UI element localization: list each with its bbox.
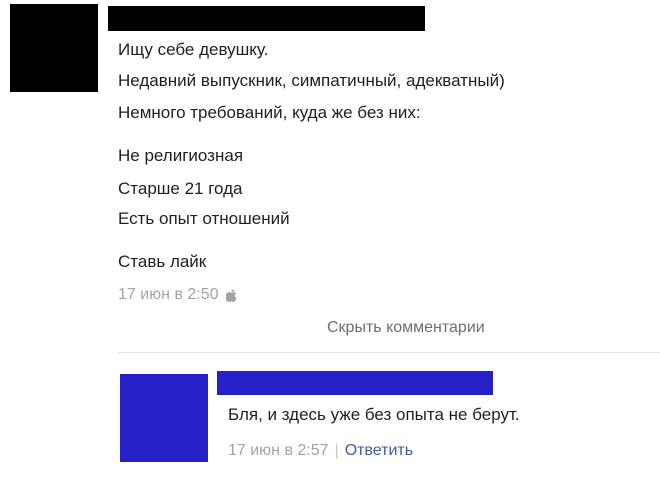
post-line-2: Недавний выпускник, симпатичный, адекват…: [118, 71, 505, 90]
post-meta: 17 июн в 2:50: [118, 286, 237, 304]
post-line-3: Немного требований, куда же без них:: [118, 103, 421, 122]
comment-text: Бля, и здесь уже без опыта не берут.: [228, 405, 520, 424]
hide-comments-link[interactable]: Скрыть комментарии: [327, 319, 485, 337]
post-line-5: Старше 21 года: [118, 179, 243, 198]
commenter-avatar-redacted[interactable]: [120, 374, 208, 462]
author-name-redacted[interactable]: [108, 6, 425, 31]
comments-divider: [118, 352, 660, 353]
reply-link[interactable]: Ответить: [345, 442, 413, 460]
comment-timestamp[interactable]: 17 июн в 2:57: [228, 442, 329, 460]
post-line-6: Есть опыт отношений: [118, 209, 290, 228]
commenter-name-redacted[interactable]: [217, 371, 493, 395]
post-line-1: Ищу себе девушку.: [118, 40, 269, 59]
meta-separator: |: [334, 442, 339, 459]
post-timestamp[interactable]: 17 июн в 2:50: [118, 286, 219, 304]
apple-icon: [225, 288, 237, 302]
comment-meta: 17 июн в 2:57 | Ответить: [228, 442, 413, 460]
author-avatar-redacted[interactable]: [10, 4, 98, 92]
post-line-7: Ставь лайк: [118, 252, 207, 271]
post-line-4: Не религиозная: [118, 146, 244, 165]
